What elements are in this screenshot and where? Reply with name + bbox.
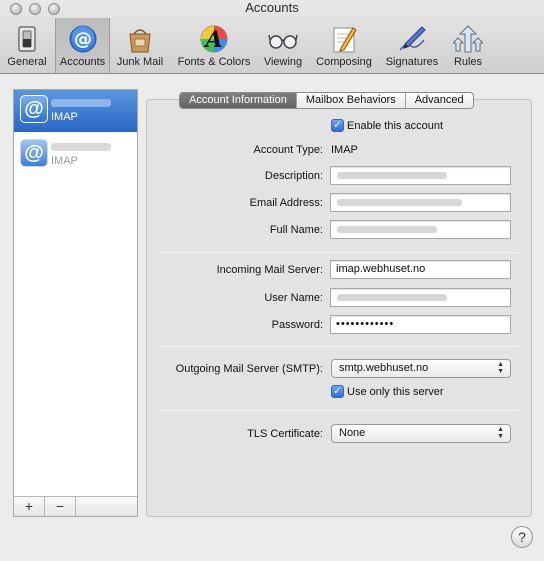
toolbar-general[interactable]: General xyxy=(4,18,50,73)
toolbar-viewing[interactable]: Viewing xyxy=(258,18,308,73)
use-only-server-checkbox[interactable]: ✓ xyxy=(331,385,344,398)
account-type-label: Account Type: xyxy=(253,144,323,156)
add-account-button[interactable]: + xyxy=(14,497,45,516)
tls-certificate-value: None xyxy=(339,427,366,439)
enable-account-label: Enable this account xyxy=(347,120,444,132)
account-name-redacted xyxy=(51,143,111,151)
smtp-server-value: smtp.webhuset.no xyxy=(339,362,429,374)
junk-bag-icon xyxy=(129,29,151,53)
password-field[interactable]: •••••••••••• xyxy=(330,315,511,334)
user-name-field[interactable] xyxy=(330,288,511,307)
section-divider xyxy=(158,346,519,347)
account-settings-panel xyxy=(146,99,532,517)
enable-account-checkbox[interactable]: ✓ xyxy=(331,119,344,132)
window-title: Accounts xyxy=(245,0,299,15)
incoming-server-label: Incoming Mail Server: xyxy=(216,264,323,276)
section-divider xyxy=(158,252,519,253)
font-icon: A xyxy=(200,25,228,53)
switch-icon xyxy=(18,26,36,52)
toolbar-fonts-colors[interactable]: A Fonts & Colors xyxy=(172,18,256,73)
full-name-label: Full Name: xyxy=(269,224,323,236)
email-field[interactable] xyxy=(330,193,511,212)
redacted-value xyxy=(337,199,462,206)
tab-account-information[interactable]: Account Information xyxy=(180,93,296,108)
toolbar-junk-mail[interactable]: Junk Mail xyxy=(113,18,167,73)
redacted-value xyxy=(337,294,447,301)
tls-certificate-label: TLS Certificate: xyxy=(247,428,323,440)
svg-text:A: A xyxy=(203,27,222,53)
toolbar-accounts[interactable]: @ Accounts xyxy=(55,18,110,73)
accounts-list: @ IMAP @ IMAP + − xyxy=(13,89,138,517)
popup-arrows-icon: ▲ ▼ xyxy=(497,426,504,440)
glasses-icon xyxy=(268,34,298,49)
at-icon: @ xyxy=(20,95,48,123)
description-field[interactable] xyxy=(330,166,511,185)
email-label: Email Address: xyxy=(249,197,323,209)
account-type-label: IMAP xyxy=(51,111,78,123)
smtp-label: Outgoing Mail Server (SMTP): xyxy=(175,363,323,375)
redacted-value xyxy=(337,226,437,233)
account-item-2[interactable]: @ IMAP xyxy=(14,134,137,176)
account-item-1[interactable]: @ IMAP xyxy=(14,90,137,132)
rules-icon xyxy=(453,25,483,53)
account-type-value: IMAP xyxy=(331,144,358,156)
help-button[interactable]: ? xyxy=(511,526,533,548)
svg-text:@: @ xyxy=(74,29,92,50)
tab-advanced[interactable]: Advanced xyxy=(404,93,473,108)
remove-account-button[interactable]: − xyxy=(45,497,76,516)
toolbar-rules[interactable]: Rules xyxy=(448,18,488,73)
account-name-redacted xyxy=(51,99,111,107)
section-divider xyxy=(158,410,519,411)
smtp-server-popup[interactable]: smtp.webhuset.no ▲ ▼ xyxy=(331,359,511,378)
popup-arrows-icon: ▲ ▼ xyxy=(497,361,504,375)
toolbar-composing[interactable]: Composing xyxy=(311,18,377,73)
at-icon: @ xyxy=(20,139,48,167)
password-label: Password: xyxy=(271,319,323,331)
redacted-value xyxy=(337,172,447,179)
at-icon: @ xyxy=(69,25,96,53)
description-label: Description: xyxy=(264,170,323,182)
window-toolbar: Accounts General @ Accounts Junk Mail A … xyxy=(0,0,544,74)
account-type-label: IMAP xyxy=(51,155,78,167)
settings-tabs: Account Information Mailbox Behaviors Ad… xyxy=(179,92,474,109)
tls-certificate-popup[interactable]: None ▲ ▼ xyxy=(331,424,511,443)
tab-mailbox-behaviors[interactable]: Mailbox Behaviors xyxy=(295,93,405,108)
use-only-server-label: Use only this server xyxy=(347,386,444,398)
incoming-server-field[interactable]: imap.webhuset.no xyxy=(330,260,511,279)
pen-icon xyxy=(399,26,426,51)
account-list-toolbar: + − xyxy=(14,496,137,516)
user-name-label: User Name: xyxy=(264,292,323,304)
toolbar-signatures[interactable]: Signatures xyxy=(380,18,444,73)
pencil-icon xyxy=(333,27,357,53)
full-name-field[interactable] xyxy=(330,220,511,239)
